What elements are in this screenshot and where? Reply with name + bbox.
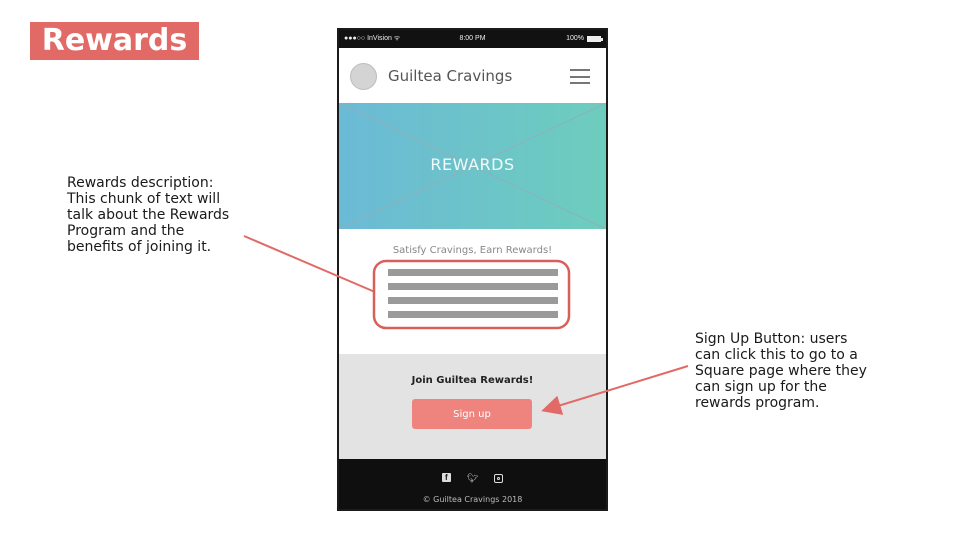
callout-arrow-signup	[541, 365, 689, 415]
callout-line-description	[243, 235, 376, 293]
callout-overlay	[243, 235, 689, 415]
callout-highlight-box	[372, 259, 571, 330]
